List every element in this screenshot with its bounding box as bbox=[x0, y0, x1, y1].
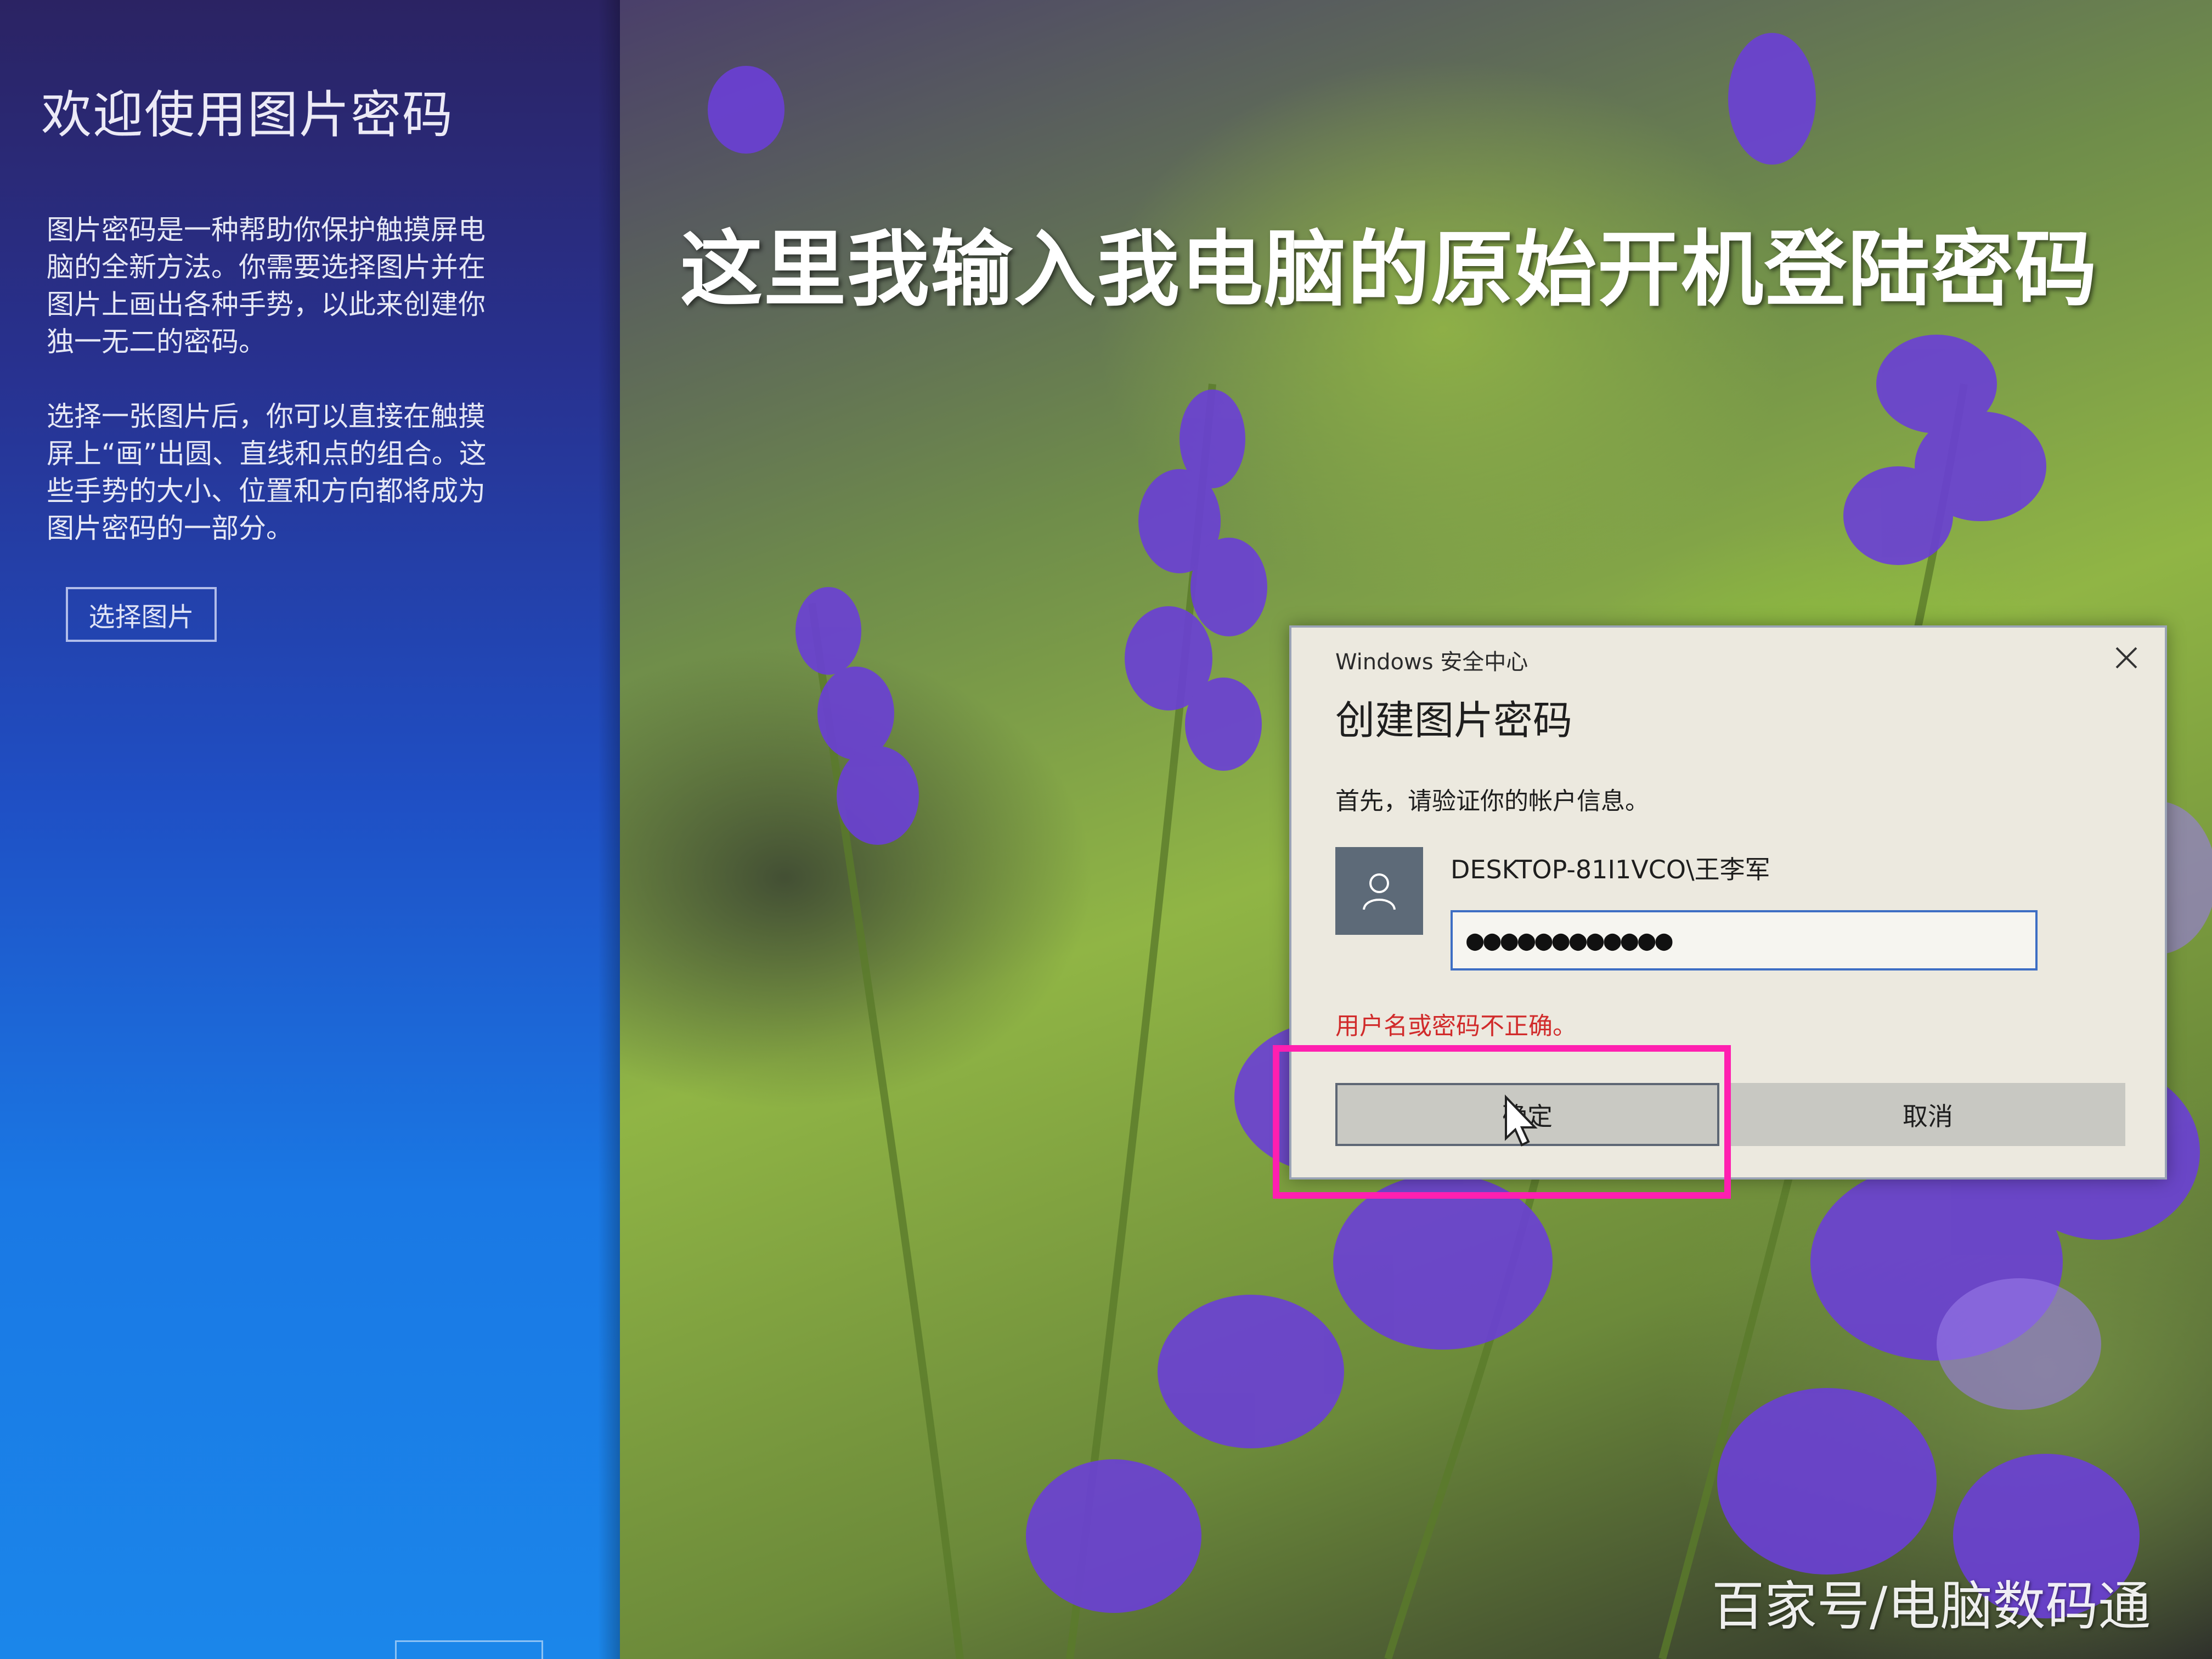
mouse-pointer-icon bbox=[1505, 1094, 1538, 1147]
dialog-instruction: 首先，请验证你的帐户信息。 bbox=[1335, 787, 1649, 815]
annotation-caption: 这里我输入我电脑的原始开机登陆密码 bbox=[680, 222, 2098, 318]
intro-paragraph-1: 图片密码是一种帮助你保护触摸屏电脑的全新方法。你需要选择图片并在图片上画出各种手… bbox=[47, 214, 486, 358]
close-icon bbox=[2115, 647, 2137, 669]
intro-paragraph-2: 选择一张图片后，你可以直接在触摸屏上“画”出圆、直线和点的组合。这些手势的大小、… bbox=[47, 400, 487, 544]
highlight-annotation bbox=[1273, 1045, 1731, 1199]
panel-edge bbox=[598, 0, 620, 1659]
avatar bbox=[1335, 847, 1423, 935]
watermark: 百家号/电脑数码通 bbox=[1712, 1576, 2151, 1637]
password-field[interactable] bbox=[1451, 910, 2038, 970]
account-name: DESKTOP-81I1VCO\王李军 bbox=[1451, 855, 1770, 884]
picture-password-intro-panel: 欢迎使用图片密码 图片密码是一种帮助你保护触摸屏电脑的全新方法。你需要选择图片并… bbox=[0, 0, 620, 1659]
bottom-button-edge bbox=[395, 1640, 543, 1659]
cancel-button[interactable]: 取消 bbox=[1730, 1083, 2125, 1146]
choose-picture-button[interactable]: 选择图片 bbox=[66, 587, 217, 642]
dialog-title: 创建图片密码 bbox=[1335, 697, 1573, 743]
intro-title: 欢迎使用图片密码 bbox=[41, 86, 454, 144]
screen: 欢迎使用图片密码 图片密码是一种帮助你保护触摸屏电脑的全新方法。你需要选择图片并… bbox=[0, 0, 2212, 1659]
error-message: 用户名或密码不正确。 bbox=[1335, 1012, 1577, 1040]
close-button[interactable] bbox=[2104, 639, 2148, 677]
dialog-app-name: Windows 安全中心 bbox=[1335, 650, 1528, 675]
user-icon bbox=[1363, 873, 1396, 910]
